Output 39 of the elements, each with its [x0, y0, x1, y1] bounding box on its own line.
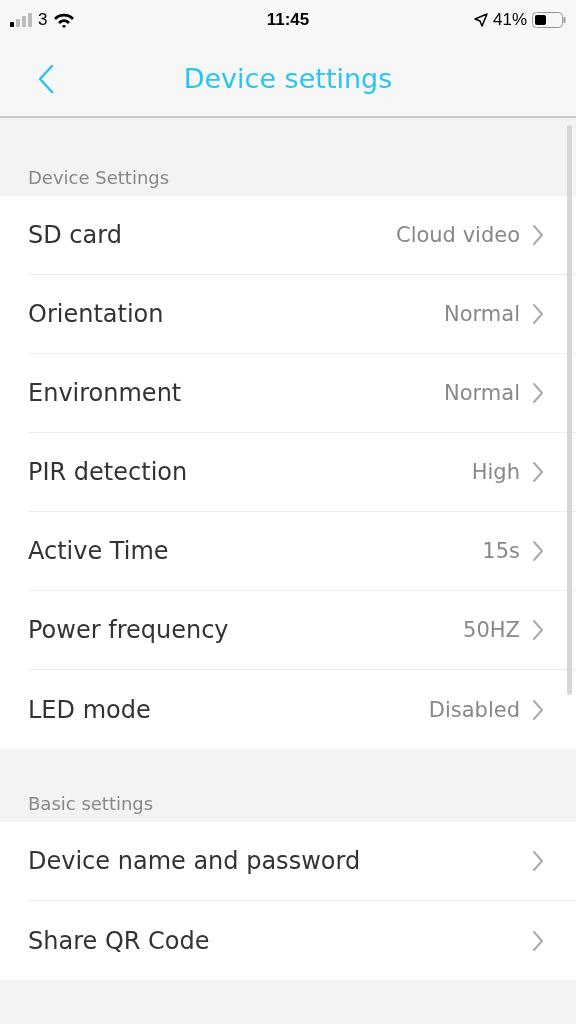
signal-icon: [10, 13, 32, 27]
location-arrow-icon: [473, 13, 488, 27]
setting-label: Environment: [28, 379, 183, 407]
chevron-icon: [532, 850, 544, 872]
setting-value: 50HZ: [463, 618, 520, 642]
setting-label: Share QR Code: [28, 926, 211, 955]
carrier-label: 3: [38, 10, 48, 30]
chevron-icon: [532, 929, 544, 952]
chevron-icon: [532, 224, 544, 246]
setting-value: Cloud video: [395, 223, 520, 247]
chevron-icon: [532, 461, 544, 483]
settings-row[interactable]: LED mode Disabled: [28, 670, 576, 749]
setting-value: Disabled: [428, 697, 520, 722]
setting-value: Normal: [444, 381, 520, 405]
battery-icon: [532, 12, 566, 28]
chevron-icon: [532, 303, 544, 325]
page-title: Device settings: [183, 62, 393, 94]
chevron-icon: [532, 619, 544, 641]
settings-row[interactable]: Device name and password: [28, 822, 576, 901]
setting-label: Active Time: [28, 537, 170, 565]
back-chevron-icon: [38, 64, 54, 94]
chevron-icon: [532, 698, 544, 721]
battery-percent: 41%: [492, 10, 527, 30]
setting-value: Normal: [444, 302, 520, 326]
clock: 11:45: [266, 10, 310, 30]
chevron-icon: [532, 382, 544, 404]
setting-value: High: [471, 460, 520, 484]
wifi-icon: [53, 12, 76, 28]
setting-label: PIR detection: [28, 458, 189, 486]
setting-value: 15s: [482, 539, 520, 563]
settings-row[interactable]: Share QR Code: [28, 901, 576, 980]
section-header: Device Settings: [28, 167, 170, 188]
setting-label: SD card: [28, 221, 123, 249]
section-header: Basic settings: [28, 793, 154, 814]
chevron-icon: [532, 540, 544, 562]
setting-label: Power frequency: [28, 616, 230, 644]
setting-label: Device name and password: [28, 847, 362, 875]
setting-label: Orientation: [28, 300, 165, 328]
setting-label: LED mode: [28, 695, 152, 724]
